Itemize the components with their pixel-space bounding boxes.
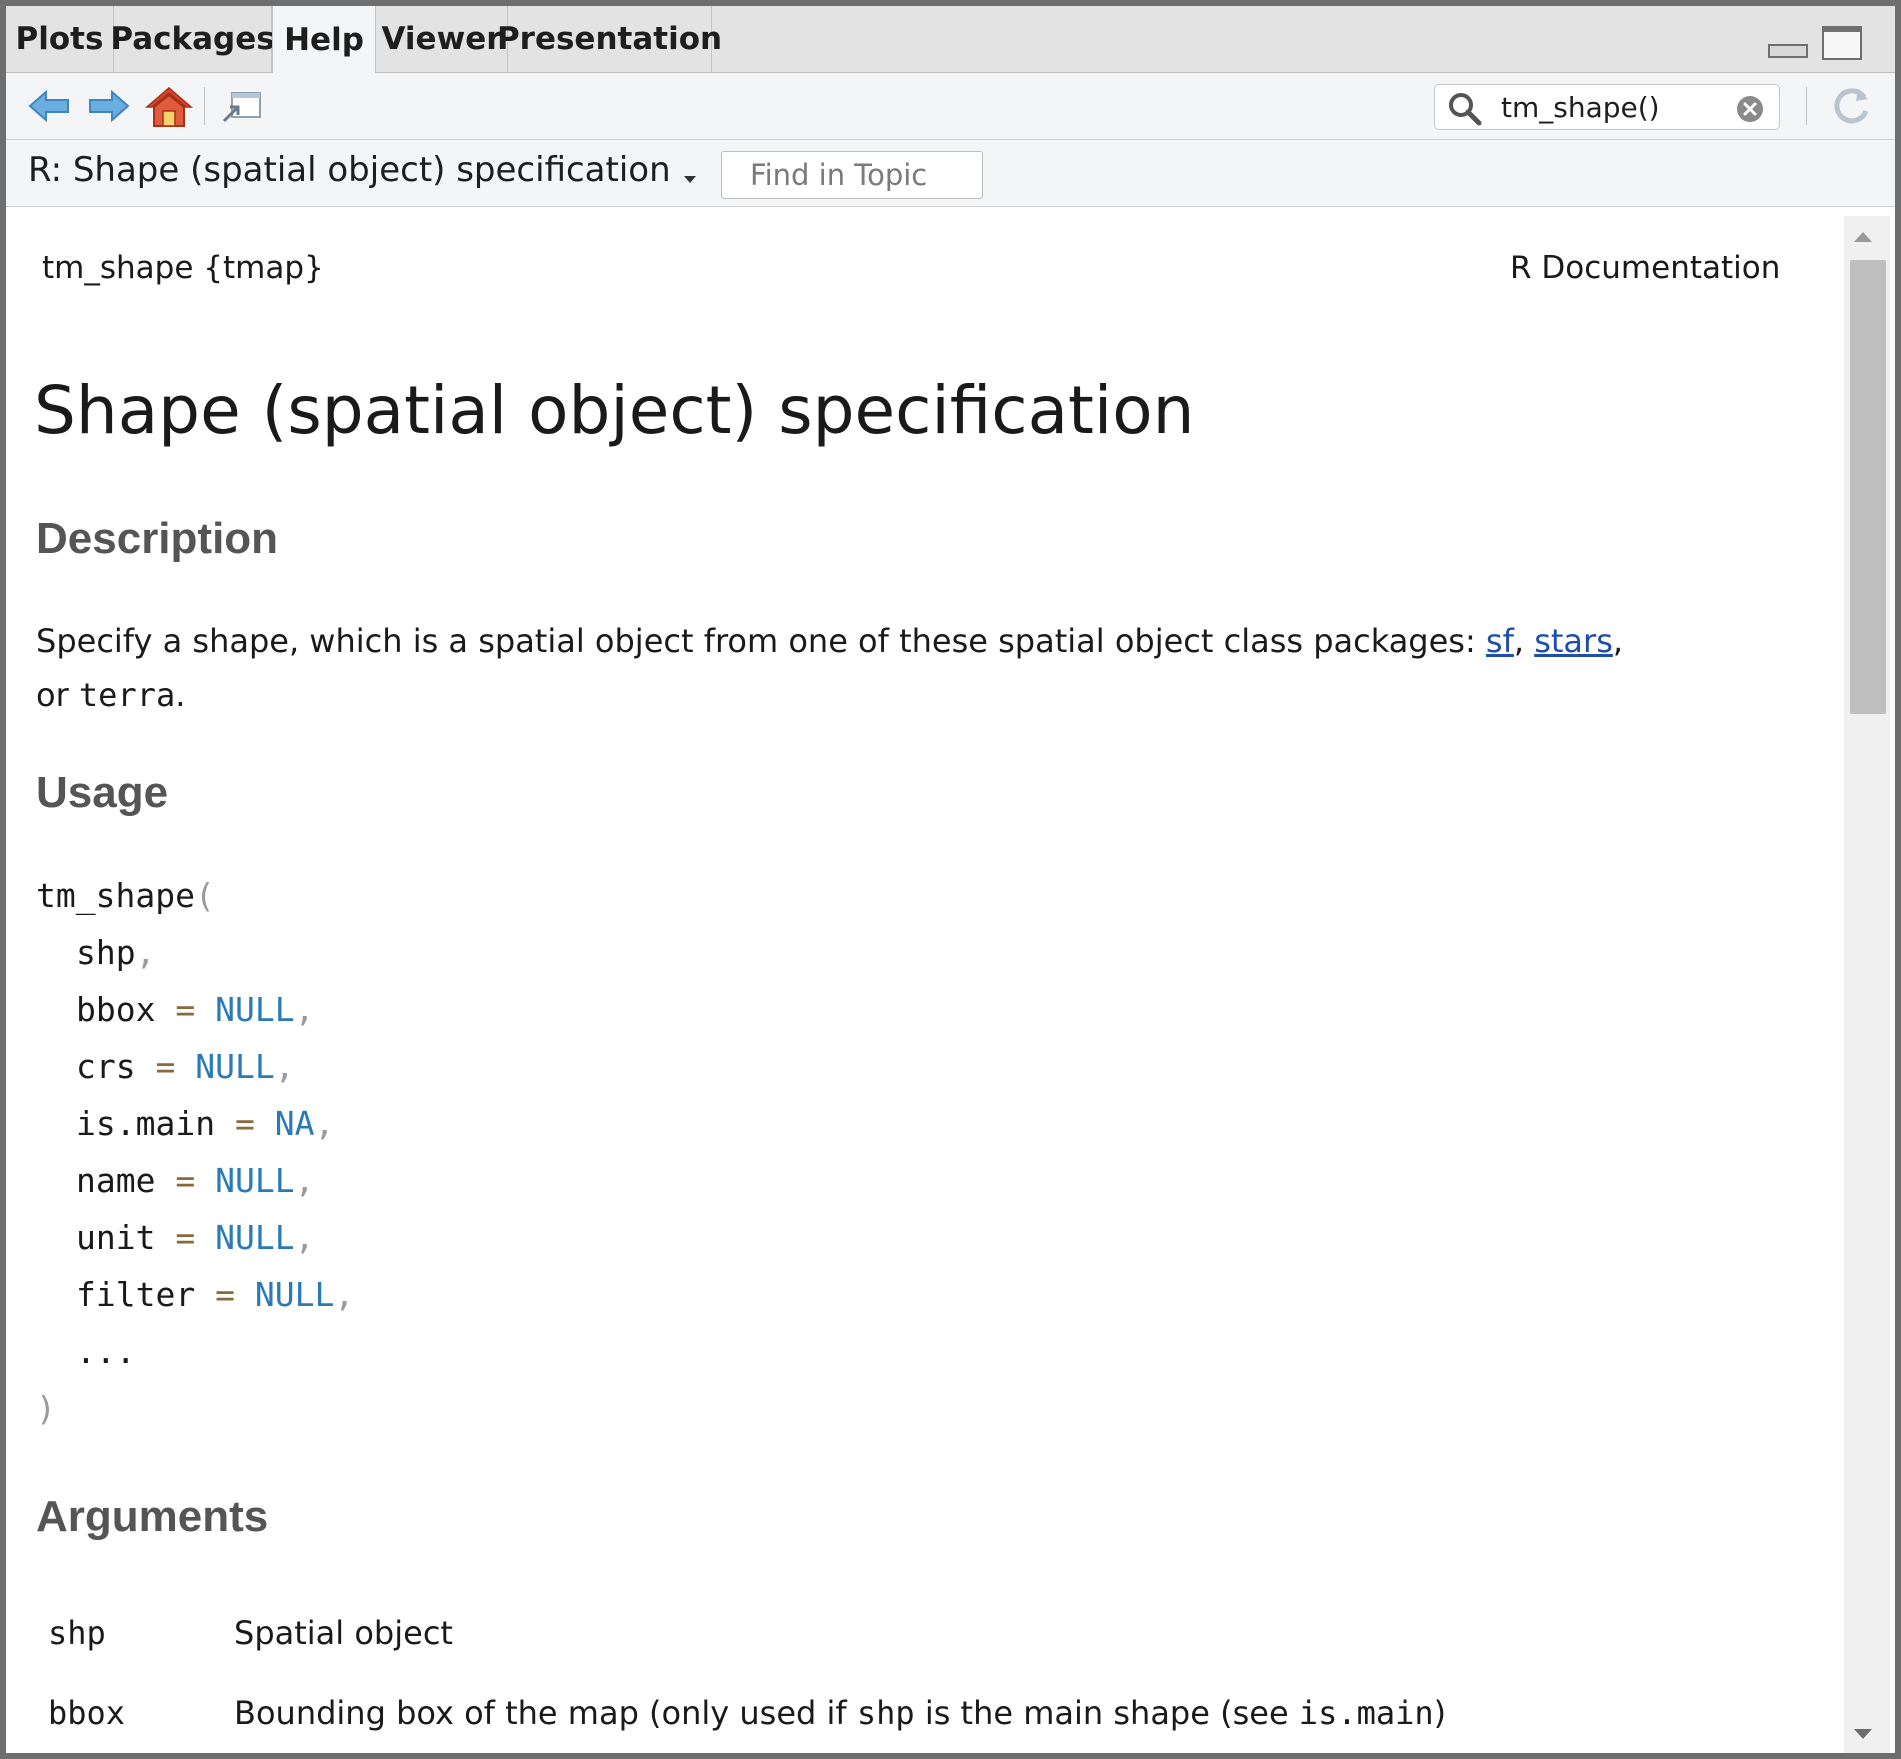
usage-heading: Usage	[36, 768, 169, 817]
usage-arg-line: bbox = NULL,	[76, 990, 315, 1029]
arguments-heading: Arguments	[36, 1492, 269, 1541]
usage-arg-default: NULL	[254, 1275, 335, 1314]
doc-r-documentation-label: R Documentation	[1510, 250, 1781, 286]
usage-arg-default: NULL	[215, 1218, 295, 1257]
refresh-icon[interactable]	[1828, 83, 1874, 129]
usage-arg-line: name = NULL,	[76, 1161, 315, 1200]
usage-fn: tm_shape	[36, 876, 195, 915]
usage-arg-default: NULL	[195, 1047, 275, 1086]
usage-arg-line: unit = NULL,	[76, 1218, 315, 1257]
pane-tab-bar: Plots Packages Help Viewer Presentation	[6, 6, 1895, 73]
usage-arg-default: NULL	[215, 1161, 295, 1200]
usage-arg-name: name	[76, 1161, 156, 1200]
tab-packages[interactable]: Packages	[110, 6, 275, 72]
description-text: Specify a shape, which is a spatial obje…	[36, 622, 1624, 660]
usage-fn-line: tm_shape(	[36, 876, 215, 915]
usage-arg-name: filter	[76, 1275, 196, 1314]
back-button[interactable]	[26, 85, 72, 127]
tab-viewer[interactable]: Viewer	[376, 6, 508, 72]
popout-window-button[interactable]	[220, 85, 266, 127]
argument-name: shp	[48, 1614, 106, 1652]
help-pane: Plots Packages Help Viewer Presentation	[0, 0, 1901, 1759]
find-in-topic-input[interactable]	[721, 151, 983, 199]
usage-arg-line: crs = NULL,	[76, 1047, 295, 1086]
scroll-up-icon[interactable]	[1854, 232, 1872, 242]
home-button[interactable]	[144, 85, 194, 127]
arrow-right-icon	[89, 89, 130, 123]
toolbar-separator	[204, 87, 205, 125]
usage-arg-name: bbox	[76, 990, 156, 1029]
argument-description: Spatial object	[234, 1614, 453, 1652]
usage-arg-name: is.main	[76, 1104, 216, 1143]
usage-arg-default: NA	[274, 1104, 315, 1143]
help-toolbar	[6, 73, 1895, 140]
usage-arg-name: unit	[76, 1218, 156, 1257]
code-terra: terra	[78, 676, 176, 714]
help-search-input[interactable]	[1501, 85, 1721, 129]
home-icon	[144, 87, 194, 127]
usage-close-paren: )	[36, 1389, 56, 1428]
tab-help[interactable]: Help	[272, 6, 376, 73]
link-sf[interactable]: sf	[1486, 622, 1514, 660]
description-text-cont: or terra.	[36, 676, 186, 714]
popout-window-icon	[222, 92, 261, 123]
tab-plots[interactable]: Plots	[6, 6, 114, 72]
search-icon	[1449, 93, 1482, 126]
link-stars[interactable]: stars	[1534, 622, 1613, 660]
vertical-scrollbar[interactable]	[1844, 216, 1890, 1753]
topic-bar: R: Shape (spatial object) specification	[6, 140, 1895, 207]
argument-desc-text: )	[1433, 1694, 1447, 1732]
chevron-down-icon[interactable]	[684, 176, 696, 183]
forward-button[interactable]	[86, 85, 132, 127]
doc-package-label: tm_shape {tmap}	[42, 250, 324, 286]
scrollbar-thumb[interactable]	[1850, 260, 1886, 714]
minimize-pane-icon[interactable]	[1768, 44, 1808, 58]
arrow-left-icon	[28, 89, 69, 123]
usage-arg-default: NULL	[215, 990, 295, 1029]
argument-name: bbox	[48, 1694, 126, 1732]
argument-desc-code: shp	[856, 1694, 915, 1732]
clear-search-icon[interactable]	[1735, 94, 1765, 124]
maximize-pane-icon[interactable]	[1822, 26, 1862, 60]
argument-desc-text: Bounding box of the map (only used if	[234, 1694, 857, 1732]
argument-description: Bounding box of the map (only used if sh…	[234, 1694, 1446, 1732]
toolbar-separator	[1806, 87, 1807, 125]
topic-title-dropdown[interactable]: R: Shape (spatial object) specification	[28, 150, 671, 190]
tab-presentation[interactable]: Presentation	[497, 6, 722, 72]
argument-desc-text: is the main shape (see	[914, 1694, 1299, 1732]
help-search-box[interactable]	[1434, 84, 1780, 130]
description-body: Specify a shape, which is a spatial obje…	[36, 622, 1486, 660]
usage-arg-name: shp	[76, 933, 136, 972]
usage-arg-line: is.main = NA,	[76, 1104, 335, 1143]
scroll-down-icon[interactable]	[1854, 1729, 1872, 1739]
usage-arg-line: shp,	[76, 933, 156, 972]
description-or: or	[36, 676, 69, 714]
doc-title: Shape (spatial object) specification	[34, 372, 1195, 449]
usage-arg-line: filter = NULL,	[76, 1275, 355, 1314]
usage-dots: ...	[76, 1332, 136, 1371]
usage-arg-name: crs	[76, 1047, 136, 1086]
usage-open-paren: (	[194, 876, 215, 915]
description-heading: Description	[36, 514, 279, 563]
argument-desc-code: is.main	[1298, 1694, 1434, 1732]
